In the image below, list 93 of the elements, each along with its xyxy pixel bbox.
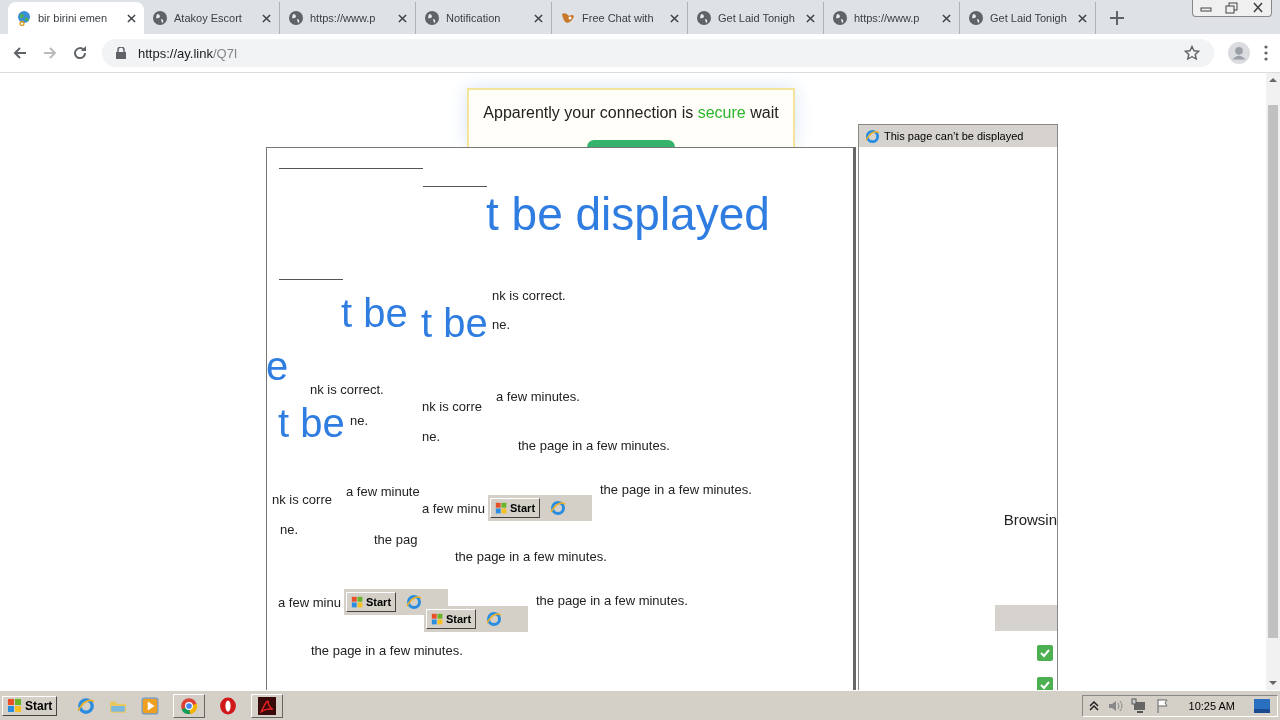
url-text: https://ay.link/Q7I <box>138 45 239 61</box>
scroll-down-icon[interactable] <box>1268 678 1278 688</box>
error-text: the page in a few minutes. <box>518 438 670 453</box>
globe-icon <box>968 10 984 26</box>
browser-tab[interactable]: https://www.p <box>824 2 960 34</box>
network-icon[interactable] <box>1130 697 1147 714</box>
globe-icon <box>288 10 304 26</box>
bookmark-star-icon[interactable] <box>1184 45 1200 61</box>
close-icon[interactable] <box>942 13 951 23</box>
browser-tab[interactable]: Atakoy Escort <box>144 2 280 34</box>
chevron-up-icon[interactable] <box>1088 700 1099 711</box>
start-button[interactable]: Start <box>426 609 477 629</box>
error-heading: e <box>266 346 289 386</box>
windows-logo-icon <box>7 697 23 714</box>
lock-icon <box>116 47 126 59</box>
close-icon[interactable] <box>398 13 407 23</box>
tab-title: bir birini emen <box>38 12 109 24</box>
show-desktop-icon[interactable] <box>1253 698 1271 713</box>
error-text: nk is corre <box>422 399 482 414</box>
opera-icon[interactable] <box>219 696 238 715</box>
browser-tab[interactable]: Free Chat with <box>552 2 688 34</box>
error-text: a few minu <box>278 595 341 610</box>
browser-tab[interactable]: https://www.p <box>280 2 416 34</box>
windows-logo-icon <box>495 501 508 515</box>
window-title: This page can’t be displayed <box>884 130 1024 142</box>
tab-title: Atakoy Escort <box>174 12 243 24</box>
flag-icon[interactable] <box>1154 697 1171 714</box>
close-icon[interactable] <box>262 13 271 23</box>
error-text: a few minute <box>346 484 420 499</box>
address-bar[interactable]: https://ay.link/Q7I <box>102 39 1214 67</box>
scroll-up-icon[interactable] <box>1268 75 1278 85</box>
windows-logo-icon <box>351 595 364 609</box>
browser-tab[interactable]: bir birini emen <box>8 2 144 34</box>
window-controls[interactable] <box>1192 0 1272 17</box>
new-tab-icon[interactable] <box>1110 11 1124 25</box>
tab-title: Free Chat with <box>582 12 655 24</box>
error-text: the pag <box>374 532 418 547</box>
error-text: nk is corre <box>272 492 332 507</box>
windows-logo-icon <box>431 612 444 626</box>
back-icon[interactable] <box>12 45 28 61</box>
browser-tab[interactable]: Notification <box>416 2 552 34</box>
tab-title: Get Laid Tonigh <box>718 12 796 24</box>
notice-text: Apparently your connection is secure wait <box>483 104 779 122</box>
tab-title: Notification <box>446 12 502 24</box>
browser-tab[interactable]: Get Laid Tonigh <box>688 2 824 34</box>
play-icon[interactable] <box>141 696 160 715</box>
error-text: the page in a few minutes. <box>536 593 688 608</box>
acrobat-icon[interactable] <box>251 693 284 718</box>
panel-background <box>995 605 1057 631</box>
ie-icon <box>865 128 880 144</box>
clock-text: 10:25 AM <box>1188 699 1235 712</box>
close-icon[interactable] <box>534 13 543 23</box>
ie-icon <box>486 611 503 627</box>
tab-title: https://www.p <box>310 12 377 24</box>
error-text: the page in a few minutes. <box>311 643 463 658</box>
reload-icon[interactable] <box>72 45 88 61</box>
close-icon[interactable] <box>670 13 679 23</box>
globe-icon <box>16 10 32 26</box>
tab-title: Get Laid Tonigh <box>990 12 1068 24</box>
error-text: nk is correct. <box>310 382 384 397</box>
error-heading: t be <box>421 303 488 343</box>
bird-icon <box>560 10 576 26</box>
browser-tab[interactable]: Get Laid Tonigh <box>960 2 1096 34</box>
start-button[interactable]: Start <box>2 695 58 716</box>
error-text: ne. <box>350 413 369 428</box>
globe-icon <box>424 10 440 26</box>
menu-icon[interactable] <box>1264 45 1268 61</box>
profile-avatar-icon[interactable] <box>1228 42 1250 64</box>
ie-icon <box>406 594 423 610</box>
error-text: nk is correct. <box>492 288 566 303</box>
tab-title: https://www.p <box>854 12 921 24</box>
error-text: a few minu <box>422 501 485 516</box>
start-button[interactable]: Start <box>490 498 541 518</box>
error-heading: t be <box>278 403 345 443</box>
globe-icon <box>832 10 848 26</box>
error-text: ne. <box>422 429 441 444</box>
scrollbar[interactable] <box>1266 73 1280 690</box>
close-icon[interactable] <box>806 13 815 23</box>
error-text: the page in a few minutes. <box>600 482 752 497</box>
checkbox-icon <box>1037 645 1053 661</box>
close-icon[interactable] <box>127 13 136 23</box>
error-text: the page in a few minutes. <box>455 549 607 564</box>
globe-icon <box>152 10 168 26</box>
error-heading: t be <box>341 293 408 333</box>
fragment-text: Browsin <box>1003 511 1057 528</box>
chrome-icon[interactable] <box>173 693 206 718</box>
close-icon[interactable] <box>1078 13 1087 23</box>
globe-icon <box>696 10 712 26</box>
error-text: a few minutes. <box>496 389 580 404</box>
error-text: ne. <box>492 317 511 332</box>
error-text: ne. <box>280 522 299 537</box>
start-button[interactable]: Start <box>346 592 397 612</box>
ie-icon <box>550 500 567 516</box>
